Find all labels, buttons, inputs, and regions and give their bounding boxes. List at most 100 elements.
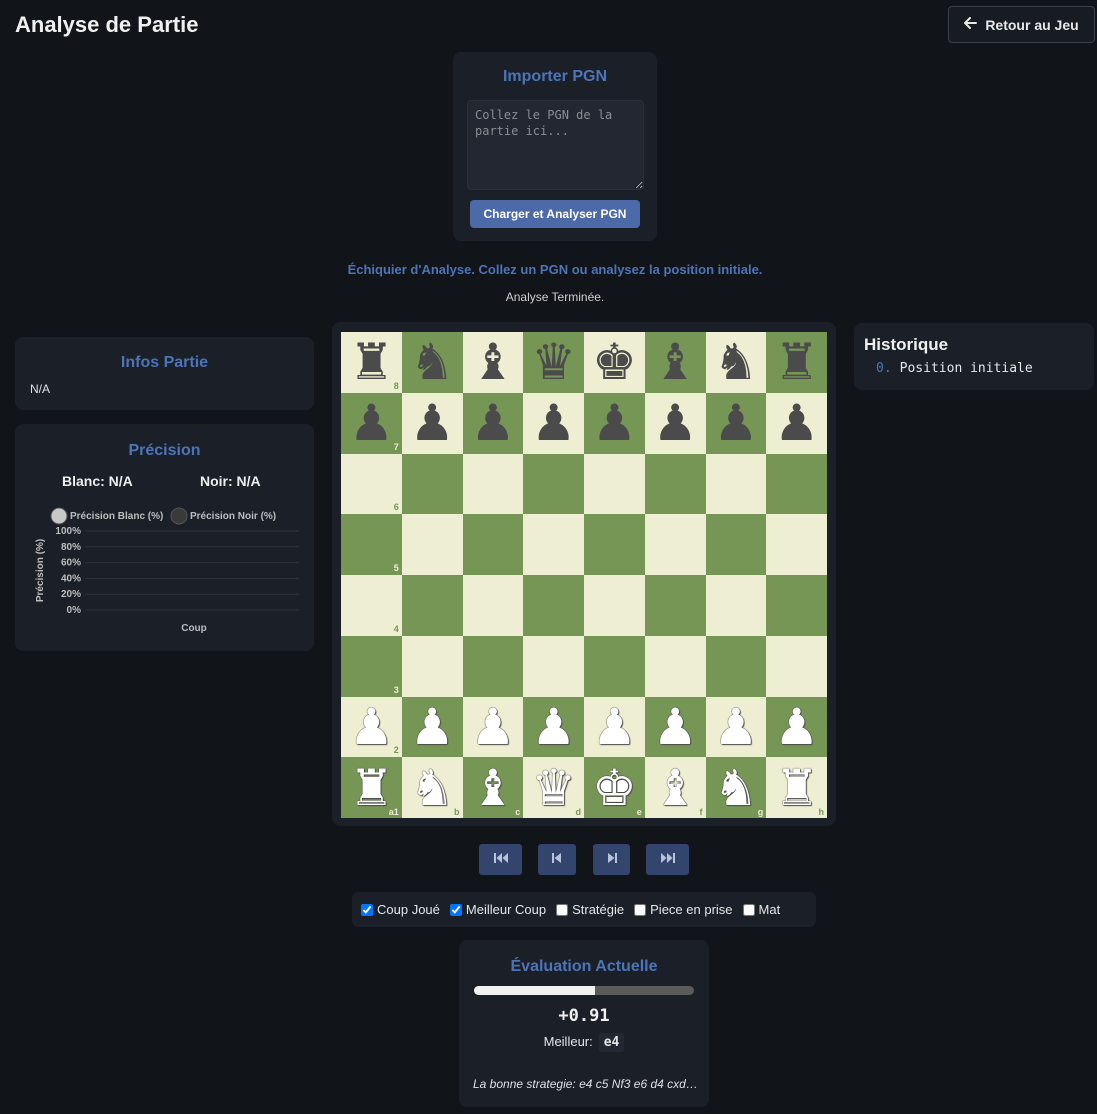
square-c6[interactable] [462, 453, 524, 515]
square-h1[interactable]: ♜ h [766, 757, 827, 818]
square-g6[interactable] [705, 453, 767, 515]
square-a5[interactable]: 5 [341, 514, 402, 575]
square-c7[interactable]: ♟ [462, 392, 524, 454]
white-pawn-piece[interactable]: ♟ [774, 702, 819, 752]
black-pawn-piece[interactable]: ♟ [531, 398, 576, 448]
white-pawn-piece[interactable]: ♟ [713, 702, 758, 752]
black-king-piece[interactable]: ♚ [592, 337, 637, 387]
square-e8[interactable]: ♚ [584, 332, 645, 393]
square-c2[interactable]: ♟ [462, 696, 524, 758]
square-b7[interactable]: ♟ [401, 392, 463, 454]
square-b1[interactable]: ♞ b [401, 757, 463, 818]
square-b2[interactable]: ♟ [401, 696, 463, 758]
white-knight-piece[interactable]: ♞ [713, 763, 758, 813]
square-f1[interactable]: ♝ f [644, 757, 706, 818]
square-b6[interactable] [401, 453, 463, 515]
white-rook-piece[interactable]: ♜ [774, 763, 819, 813]
square-h2[interactable]: ♟ [766, 696, 827, 758]
square-g5[interactable] [705, 514, 767, 575]
white-pawn-piece[interactable]: ♟ [349, 702, 394, 752]
square-d6[interactable] [523, 453, 584, 515]
square-b5[interactable] [401, 514, 463, 575]
square-e3[interactable] [584, 635, 645, 697]
white-knight-piece[interactable]: ♞ [410, 763, 455, 813]
option-meilleur-coup-checkbox[interactable] [449, 903, 462, 916]
black-pawn-piece[interactable]: ♟ [470, 398, 515, 448]
square-a6[interactable]: 6 [341, 453, 402, 515]
square-h8[interactable]: ♜ [766, 332, 827, 393]
black-pawn-piece[interactable]: ♟ [592, 398, 637, 448]
pgn-input[interactable] [467, 100, 644, 190]
square-h6[interactable] [766, 453, 827, 515]
square-b8[interactable]: ♞ [401, 332, 463, 393]
black-pawn-piece[interactable]: ♟ [653, 398, 698, 448]
history-item[interactable]: 0. Position initiale [876, 361, 1033, 376]
option-piece-en-prise[interactable]: Piece en prise [634, 902, 733, 917]
black-bishop-piece[interactable]: ♝ [653, 337, 698, 387]
square-e5[interactable] [584, 514, 645, 575]
square-h3[interactable] [766, 635, 827, 697]
option-mat[interactable]: Mat [742, 902, 780, 917]
square-g2[interactable]: ♟ [705, 696, 767, 758]
square-a2[interactable]: ♟ 2 [341, 696, 402, 758]
back-to-game-button[interactable]: Retour au Jeu [948, 6, 1095, 43]
square-h7[interactable]: ♟ [766, 392, 827, 454]
option-strategie-checkbox[interactable] [556, 903, 569, 916]
square-d5[interactable] [523, 514, 584, 575]
square-a8[interactable]: ♜ 8 [341, 332, 402, 393]
white-pawn-piece[interactable]: ♟ [470, 702, 515, 752]
square-f5[interactable] [644, 514, 706, 575]
square-e2[interactable]: ♟ [584, 696, 645, 758]
black-rook-piece[interactable]: ♜ [349, 337, 394, 387]
black-pawn-piece[interactable]: ♟ [349, 398, 394, 448]
chess-board[interactable]: ♜ 8 ♞ ♝ ♛ ♚ ♝ ♞ ♜ ♟ 7 ♟ ♟ ♟ ♟ ♟ ♟ ♟ 6 5 4 3 ♟ 2 ♟ ♟ ♟ ♟ ♟ ♟ ♟ ♜ a1 ♞ b ♝ c ♛ d… [341, 332, 827, 818]
white-pawn-piece[interactable]: ♟ [531, 702, 576, 752]
white-pawn-piece[interactable]: ♟ [592, 702, 637, 752]
square-d1[interactable]: ♛ d [523, 757, 584, 818]
white-pawn-piece[interactable]: ♟ [410, 702, 455, 752]
load-analyze-pgn-button[interactable]: Charger et Analyser PGN [470, 200, 640, 228]
black-knight-piece[interactable]: ♞ [410, 337, 455, 387]
square-c5[interactable] [462, 514, 524, 575]
black-knight-piece[interactable]: ♞ [713, 337, 758, 387]
square-d3[interactable] [523, 635, 584, 697]
square-c3[interactable] [462, 635, 524, 697]
square-g8[interactable]: ♞ [705, 332, 767, 393]
square-f7[interactable]: ♟ [644, 392, 706, 454]
square-b4[interactable] [401, 575, 463, 636]
next-move-button[interactable] [593, 844, 630, 875]
square-a7[interactable]: ♟ 7 [341, 392, 402, 454]
white-pawn-piece[interactable]: ♟ [653, 702, 698, 752]
white-bishop-piece[interactable]: ♝ [653, 763, 698, 813]
option-coup-joue[interactable]: Coup Joué [361, 902, 440, 917]
option-piece-en-prise-checkbox[interactable] [634, 903, 647, 916]
square-h5[interactable] [766, 514, 827, 575]
option-coup-joue-checkbox[interactable] [361, 903, 373, 916]
square-c4[interactable] [462, 575, 524, 636]
square-e6[interactable] [584, 453, 645, 515]
black-queen-piece[interactable]: ♛ [531, 337, 576, 387]
black-pawn-piece[interactable]: ♟ [713, 398, 758, 448]
square-f3[interactable] [644, 635, 706, 697]
square-g1[interactable]: ♞ g [705, 757, 767, 818]
first-move-button[interactable] [479, 844, 522, 875]
square-d7[interactable]: ♟ [523, 392, 584, 454]
white-bishop-piece[interactable]: ♝ [470, 763, 515, 813]
square-f4[interactable] [644, 575, 706, 636]
square-a4[interactable]: 4 [341, 575, 402, 636]
square-g4[interactable] [705, 575, 767, 636]
square-a3[interactable]: 3 [341, 635, 402, 697]
square-f8[interactable]: ♝ [644, 332, 706, 393]
black-pawn-piece[interactable]: ♟ [774, 398, 819, 448]
square-c1[interactable]: ♝ c [462, 757, 524, 818]
option-meilleur-coup[interactable]: Meilleur Coup [449, 902, 546, 917]
square-d8[interactable]: ♛ [523, 332, 584, 393]
square-d2[interactable]: ♟ [523, 696, 584, 758]
option-strategie[interactable]: Stratégie [556, 902, 624, 917]
white-rook-piece[interactable]: ♜ [349, 763, 394, 813]
square-f6[interactable] [644, 453, 706, 515]
square-d4[interactable] [523, 575, 584, 636]
square-f2[interactable]: ♟ [644, 696, 706, 758]
black-rook-piece[interactable]: ♜ [774, 337, 819, 387]
square-g7[interactable]: ♟ [705, 392, 767, 454]
